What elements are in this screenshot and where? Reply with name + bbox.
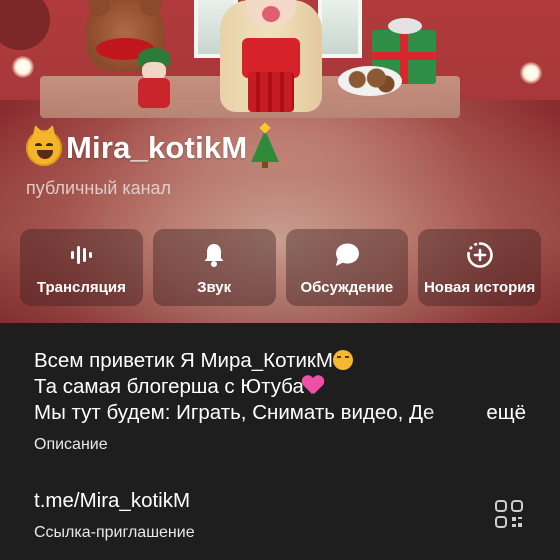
cover-light [520, 62, 542, 84]
cover-elf [132, 48, 176, 108]
sound-button[interactable]: Звук [152, 229, 276, 306]
new-story-button-label: Новая история [423, 279, 536, 296]
channel-name: Mira_kotikM [66, 130, 248, 165]
description-line: Мы тут будем: Играть, Снимать видео, Де [34, 400, 534, 426]
cover-light [12, 56, 34, 78]
channel-actions-bar: Трансляция Звук Обсуждение Новая история [20, 229, 541, 306]
invite-link-label: Ссылка-приглашение [34, 524, 195, 541]
new-story-button[interactable]: Новая история [418, 229, 541, 306]
channel-description[interactable]: Всем приветик Я Мира_КотикМ Та самая бло… [34, 348, 534, 426]
sound-button-label: Звук [197, 279, 232, 296]
description-line: Та самая блогерша с Ютуба [34, 374, 534, 400]
description-line-3: Мы тут будем: Играть, Снимать видео, Де [34, 401, 435, 424]
description-line: Всем приветик Я Мира_КотикМ [34, 348, 534, 374]
broadcast-button-label: Трансляция [36, 279, 126, 296]
bell-icon [200, 241, 228, 269]
description-line-2: Та самая блогерша с Ютуба [34, 375, 304, 398]
qr-code-button[interactable] [494, 499, 524, 529]
discussion-button-label: Обсуждение [300, 279, 394, 296]
description-line-1: Всем приветик Я Мира_КотикМ [34, 349, 333, 372]
broadcast-button[interactable]: Трансляция [20, 229, 143, 306]
channel-title-row: Mira_kotikM [26, 122, 280, 168]
invite-link[interactable]: t.me/Mira_kotikM [34, 489, 190, 513]
description-label: Описание [34, 436, 108, 453]
sparkling-heart-emoji-icon [304, 376, 326, 396]
new-story-plus-icon [466, 241, 494, 269]
cat-face-emoji-icon [26, 130, 62, 166]
cover-gift-bow [388, 18, 422, 34]
cover-cookie-plate [338, 66, 402, 96]
chat-bubble-icon [333, 241, 361, 269]
kissing-cat-emoji-icon [332, 350, 353, 370]
channel-info-section: Всем приветик Я Мира_КотикМ Та самая бло… [0, 323, 560, 560]
show-more-link[interactable]: ещё [482, 401, 526, 425]
qr-code-icon [495, 500, 523, 528]
christmas-tree-emoji-icon [251, 122, 280, 168]
cover-avatar-character [216, 0, 326, 112]
discussion-button[interactable]: Обсуждение [285, 229, 409, 306]
broadcast-icon [67, 241, 95, 269]
channel-type-label: публичный канал [26, 178, 172, 198]
